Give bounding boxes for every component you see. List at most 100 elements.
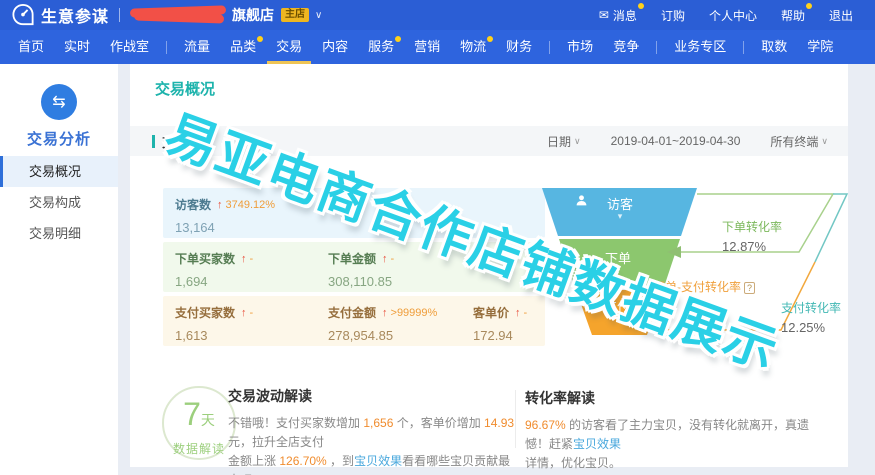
nav-tab-traffic[interactable]: 流量 [174,30,220,64]
topbar-item-account[interactable]: 个人中心 [709,7,757,24]
sidebar-item-trade-composition[interactable]: 交易构成 [0,187,118,218]
nav-tab-marketing[interactable]: 营销 [404,30,450,64]
nav-tab-logistics[interactable]: 物流 [450,30,496,64]
metric-row-visitors: 访客数↑3749.12% 13,164 [163,188,545,238]
nav-label: 营销 [414,39,440,54]
metric-label: 客单价 [473,304,509,321]
item-effect-link[interactable]: 宝贝效果 [573,437,621,451]
highlight-number: 1,656 [363,416,393,430]
nav-tab-finance[interactable]: 财务 [496,30,542,64]
text: 的访客看了主力宝贝，没有转化就离开，真遗憾！赶紧 [525,418,809,451]
filters: 日期 ∨ 2019-04-01~2019-04-30 所有终端 ∨ [547,133,828,150]
rate-value: 12.25% [781,320,841,335]
nav-tab-data-extract[interactable]: 取数 [751,30,797,64]
sidebar-menu: 交易概况 交易构成 交易明细 [0,156,118,249]
sidebar-title: 交易分析 [0,128,118,149]
metric-value: 172.94 [473,328,527,343]
divider [166,41,167,54]
nav-tab-academy[interactable]: 学院 [797,30,843,64]
topbar-item-subscribe[interactable]: 订购 [661,7,685,24]
metric-visitors[interactable]: 访客数↑3749.12% 13,164 [175,196,275,235]
topbar-item-logout[interactable]: 退出 [829,7,853,24]
metric-order-buyers[interactable]: 下单买家数↑- 1,694 [175,250,253,289]
metric-label: 访客数 [175,196,211,213]
item-effect-link[interactable]: 宝贝效果 [354,454,402,468]
conversion-funnel: 访客 ▾ 下单 支付 下单转化率 12.87% 下单-支付转化率? 支付转化率 … [535,182,850,357]
insight-title: 交易波动解读 [228,386,522,406]
nav-tab-realtime[interactable]: 实时 [54,30,100,64]
notification-dot [487,36,493,42]
highlight-number: 96.67% [525,418,566,432]
brand-title: 生意参谋 [41,3,109,27]
nav-label: 首页 [18,39,44,54]
nav-label: 作战室 [110,39,149,54]
metric-label: 下单金额 [328,250,376,267]
rate-label: 支付转化率 [781,299,841,316]
metric-order-amount[interactable]: 下单金额↑- 308,110.85 [328,250,394,289]
topbar-menu: ✉ 消息 订购 个人中心 帮助 退出 [599,7,853,24]
metric-value: 278,954.85 [328,328,437,343]
nav-tab-trade[interactable]: 交易 [266,30,312,64]
main-store-badge: 主店 [281,8,309,22]
nav-tab-category[interactable]: 品类 [220,30,266,64]
funnel-stage-label: 下单 [605,248,631,267]
text: 不错哦！支付买家数增加 [228,416,363,430]
delta-up-icon: ↑ [382,307,388,319]
topbar: 生意参谋 旗舰店 主店 ∨ ✉ 消息 订购 个人中心 帮助 [0,0,875,30]
nav-label: 学院 [807,39,833,54]
nav-label: 服务 [368,39,394,54]
nav-tab-market[interactable]: 市场 [557,30,603,64]
nav-label: 实时 [64,39,90,54]
notification-dot [638,3,644,9]
divider [743,41,744,54]
text: 详情，优化宝贝。 [525,456,621,470]
badge-number: 7 [183,396,201,432]
metric-value: 1,694 [175,274,253,289]
nav-tab-home[interactable]: 首页 [8,30,54,64]
page-title: 交易概况 [155,78,215,99]
nav-tab-content[interactable]: 内容 [312,30,358,64]
text: ，到 [327,454,354,468]
terminal-filter[interactable]: 所有终端 [770,133,818,150]
store-name-suffix[interactable]: 旗舰店 [232,5,274,25]
sidebar-item-trade-detail[interactable]: 交易明细 [0,218,118,249]
topbar-item-help[interactable]: 帮助 [781,7,805,24]
divider [119,8,120,22]
nav-label: 取数 [761,39,787,54]
text: 个，客单价增加 [393,416,484,430]
metric-row-orders: 下单买家数↑- 1,694 下单金额↑- 308,110.85 [163,242,545,292]
metric-pay-amount[interactable]: 支付金额↑>99999% 278,954.85 [328,304,437,343]
nav-tab-service[interactable]: 服务 [358,30,404,64]
main-nav: 首页 实时 作战室 流量 品类 交易 内容 服务 营销 物流 财务 市场 竞争 … [0,30,875,64]
sidebar-item-trade-overview[interactable]: 交易概况 [0,156,118,187]
date-range-value[interactable]: 2019-04-01~2019-04-30 [611,134,741,148]
nav-label: 财务 [506,39,532,54]
metric-label: 下单买家数 [175,250,235,267]
metric-pay-buyers[interactable]: 支付买家数↑- 1,613 [175,304,253,343]
metric-delta: - [250,253,254,265]
main-panel: 交易概况 交易总览 日期 ∨ 2019-04-01~2019-04-30 所有终… [130,64,848,467]
rate-label: 下单转化率 [722,218,782,235]
topbar-item-label: 帮助 [781,7,805,24]
nav-tab-competition[interactable]: 竞争 [603,30,649,64]
metric-avg-order-value[interactable]: 客单价↑- 172.94 [473,304,527,343]
funnel-stage-payments[interactable]: 支付 [573,296,661,315]
funnel-stage-orders[interactable]: 下单 [573,248,663,267]
help-icon[interactable]: ? [744,282,755,294]
nav-tab-business-zone[interactable]: 业务专区 [664,30,736,64]
section-title: 交易总览 [162,132,214,151]
divider [515,390,516,448]
topbar-item-label: 消息 [613,7,637,24]
metric-delta: 3749.12% [226,199,276,211]
chevron-down-icon[interactable]: ∨ [315,10,322,21]
topbar-item-messages[interactable]: ✉ 消息 [599,7,637,24]
section-header: 交易总览 日期 ∨ 2019-04-01~2019-04-30 所有终端 ∨ [130,126,848,156]
nav-tab-war-room[interactable]: 作战室 [100,30,159,64]
divider [656,41,657,54]
store-name-redaction [130,6,228,24]
metric-row-payments: 支付买家数↑- 1,613 支付金额↑>99999% 278,954.85 客单… [163,296,545,346]
sidebar-item-label: 交易概况 [29,164,81,179]
metric-label: 支付金额 [328,304,376,321]
date-filter-label[interactable]: 日期 [547,133,571,150]
topbar-item-label: 退出 [829,7,853,24]
